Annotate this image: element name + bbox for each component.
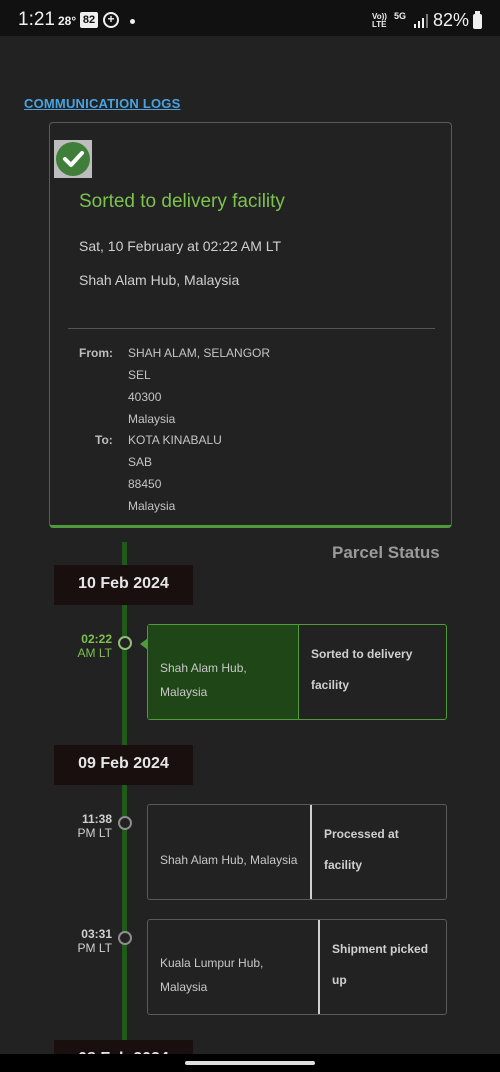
from-line: SEL [128, 368, 151, 382]
event-location: Kuala Lumpur Hub, Malaysia [160, 956, 264, 994]
notification-dot-icon [130, 19, 135, 24]
navigation-bar [0, 1054, 500, 1072]
battery-icon [473, 11, 482, 29]
event-status: Sorted to delivery facility [311, 647, 413, 692]
parcel-status-heading: Parcel Status [332, 543, 440, 562]
battery-percent: 82% [433, 10, 470, 30]
event-time: 03:31 PM LT [68, 927, 112, 955]
date-label: 09 Feb 2024 [78, 755, 169, 772]
event-time-value: 11:38 [81, 812, 112, 826]
status-temperature: 28° [58, 14, 77, 28]
timeline-node-icon [118, 636, 132, 650]
status-time: 1:21 [18, 9, 55, 30]
event-card[interactable]: Shah Alam Hub, Malaysia Processed at fac… [147, 804, 447, 900]
timeline-node-icon [118, 931, 132, 945]
event-time: 02:22 AM LT [68, 632, 112, 660]
date-chip: 09 Feb 2024 [54, 745, 193, 785]
event-status: Processed at facility [324, 827, 399, 872]
notification-badge-icon: 82 [80, 12, 98, 28]
status-title: Sorted to delivery facility [79, 191, 285, 212]
event-time-period: PM LT [77, 941, 112, 955]
event-location: Shah Alam Hub, Malaysia [160, 853, 298, 867]
from-line: SHAH ALAM, SELANGOR [128, 346, 271, 360]
signal-icon [414, 14, 428, 28]
event-time-period: PM LT [77, 826, 112, 840]
5g-icon: 5G [394, 11, 407, 21]
from-line: 40300 [128, 390, 162, 404]
current-status-card: Sorted to delivery facility Sat, 10 Febr… [49, 122, 452, 528]
event-time-period: AM LT [77, 646, 112, 660]
divider [68, 328, 435, 329]
timeline-line [122, 542, 127, 1072]
status-datetime: Sat, 10 February at 02:22 AM LT [79, 238, 282, 254]
to-label: To: [95, 433, 113, 447]
to-line: SAB [128, 455, 153, 469]
event-time-value: 03:31 [81, 927, 112, 941]
event-time: 11:38 PM LT [68, 812, 112, 840]
volte-icon: Vo)) LTE [372, 12, 387, 29]
from-label: From: [79, 346, 113, 360]
home-handle[interactable] [185, 1061, 315, 1065]
status-bar: 1:21 28° 82 + Vo)) LTE 5G 82% [0, 0, 500, 36]
date-chip: 10 Feb 2024 [54, 565, 193, 605]
timeline-node-icon [118, 816, 132, 830]
event-card[interactable]: Shah Alam Hub, Malaysia Sorted to delive… [147, 624, 447, 720]
event-time-value: 02:22 [81, 632, 112, 646]
to-line: Malaysia [128, 499, 176, 513]
add-circle-icon: + [103, 12, 119, 28]
communication-logs-link[interactable]: COMMUNICATION LOGS [24, 96, 180, 111]
from-line: Malaysia [128, 412, 176, 426]
check-icon [54, 140, 92, 178]
to-line: 88450 [128, 477, 162, 491]
to-line: KOTA KINABALU [128, 433, 222, 447]
event-status: Shipment picked up [332, 942, 429, 987]
event-location: Shah Alam Hub, Malaysia [148, 625, 298, 719]
date-label: 10 Feb 2024 [78, 575, 169, 592]
event-card[interactable]: Kuala Lumpur Hub, Malaysia Shipment pick… [147, 919, 447, 1015]
status-location: Shah Alam Hub, Malaysia [79, 272, 240, 288]
